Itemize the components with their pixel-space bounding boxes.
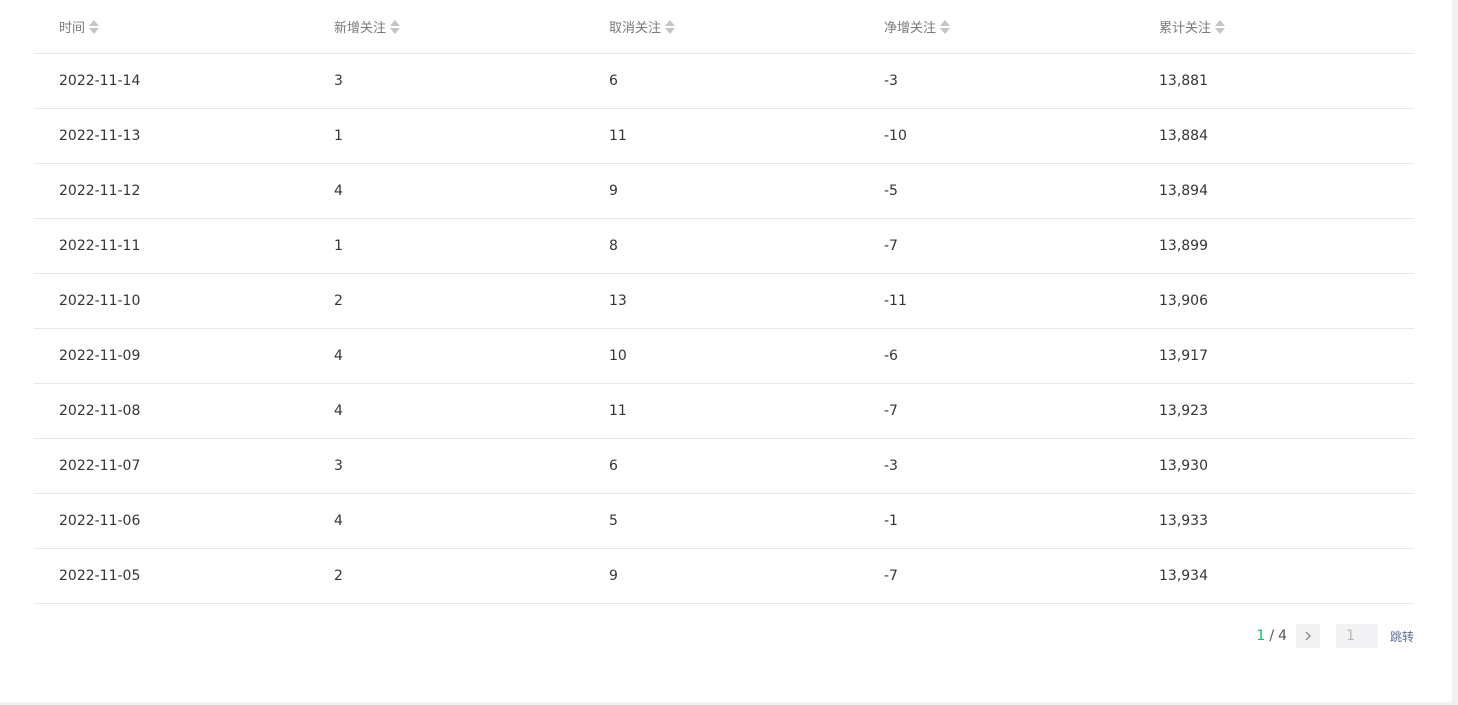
header-cell-net-follows: 净增关注: [859, 17, 1134, 36]
net-follows-cell: -3: [884, 458, 898, 474]
table-row: 2022-11-06 4 5 -1 13,933: [34, 494, 1414, 549]
table-row: 2022-11-07 3 6 -3 13,930: [34, 439, 1414, 494]
total-follows-cell: 13,930: [1159, 458, 1208, 474]
new-follows-cell: 1: [334, 238, 343, 254]
sort-icon: [390, 19, 401, 35]
table-row: 2022-11-10 2 13 -11 13,906: [34, 274, 1414, 329]
header-label: 取消关注: [609, 21, 662, 36]
table-row: 2022-11-11 1 8 -7 13,899: [34, 219, 1414, 274]
new-follows-cell: 3: [334, 73, 343, 89]
sort-header-new-follows[interactable]: 新增关注: [334, 17, 584, 36]
chevron-right-icon: [1305, 631, 1311, 641]
sort-header-total-follows[interactable]: 累计关注: [1159, 17, 1414, 36]
header-label: 新增关注: [334, 21, 387, 36]
date-cell: 2022-11-14: [59, 73, 141, 89]
table-row: 2022-11-14 3 6 -3 13,881: [34, 54, 1414, 109]
table-body: 2022-11-14 3 6 -3 13,881 2022-11-13 1 11 -10 13,8…: [34, 54, 1414, 604]
unfollows-cell: 13: [609, 293, 627, 309]
net-follows-cell: -3: [884, 73, 898, 89]
current-page: 1: [1256, 628, 1266, 644]
unfollows-cell: 6: [609, 73, 618, 89]
unfollows-cell: 5: [609, 513, 618, 529]
sort-header-date[interactable]: 时间: [59, 17, 309, 36]
sort-icon: [1215, 19, 1226, 35]
total-follows-cell: 13,894: [1159, 183, 1208, 199]
new-follows-cell: 4: [334, 513, 343, 529]
net-follows-cell: -5: [884, 183, 898, 199]
header-cell-total-follows: 累计关注: [1134, 17, 1414, 36]
page: 时间 新增关注 取消关注 净增关注 累计关注 2022-11-14 3 6 -3…: [0, 0, 1458, 705]
sort-icon: [89, 19, 100, 35]
table-row: 2022-11-09 4 10 -6 13,917: [34, 329, 1414, 384]
header-cell-date: 时间: [34, 17, 309, 36]
net-follows-cell: -1: [884, 513, 898, 529]
unfollows-cell: 10: [609, 348, 627, 364]
total-follows-cell: 13,933: [1159, 513, 1208, 529]
unfollows-cell: 11: [609, 403, 627, 419]
table-row: 2022-11-05 2 9 -7 13,934: [34, 549, 1414, 604]
pagination: 1 / 4 跳转: [1256, 623, 1414, 649]
date-cell: 2022-11-11: [59, 238, 141, 254]
next-page-button[interactable]: [1295, 624, 1320, 648]
total-follows-cell: 13,906: [1159, 293, 1208, 309]
jump-button[interactable]: 跳转: [1390, 628, 1414, 645]
sort-icon: [940, 19, 951, 35]
date-cell: 2022-11-13: [59, 128, 141, 144]
header-label: 累计关注: [1159, 21, 1212, 36]
new-follows-cell: 2: [334, 293, 343, 309]
header-label: 净增关注: [884, 21, 937, 36]
date-cell: 2022-11-05: [59, 568, 141, 584]
unfollows-cell: 8: [609, 238, 618, 254]
sort-header-unfollows[interactable]: 取消关注: [609, 17, 859, 36]
total-follows-cell: 13,884: [1159, 128, 1208, 144]
stats-table: 时间 新增关注 取消关注 净增关注 累计关注 2022-11-14 3 6 -3…: [34, 0, 1414, 604]
total-follows-cell: 13,881: [1159, 73, 1208, 89]
unfollows-cell: 11: [609, 128, 627, 144]
table-row: 2022-11-13 1 11 -10 13,884: [34, 109, 1414, 164]
net-follows-cell: -6: [884, 348, 898, 364]
unfollows-cell: 9: [609, 568, 618, 584]
net-follows-cell: -11: [884, 293, 907, 309]
sort-header-net-follows[interactable]: 净增关注: [884, 17, 1134, 36]
header-label: 时间: [59, 21, 86, 36]
net-follows-cell: -7: [884, 403, 898, 419]
total-follows-cell: 13,934: [1159, 568, 1208, 584]
total-follows-cell: 13,899: [1159, 238, 1208, 254]
unfollows-cell: 9: [609, 183, 618, 199]
new-follows-cell: 3: [334, 458, 343, 474]
table-row: 2022-11-08 4 11 -7 13,923: [34, 384, 1414, 439]
new-follows-cell: 4: [334, 183, 343, 199]
date-cell: 2022-11-07: [59, 458, 141, 474]
table-row: 2022-11-12 4 9 -5 13,894: [34, 164, 1414, 219]
new-follows-cell: 4: [334, 348, 343, 364]
header-cell-new-follows: 新增关注: [309, 17, 584, 36]
new-follows-cell: 1: [334, 128, 343, 144]
date-cell: 2022-11-06: [59, 513, 141, 529]
total-follows-cell: 13,923: [1159, 403, 1208, 419]
page-separator: /: [1269, 628, 1275, 644]
unfollows-cell: 6: [609, 458, 618, 474]
total-pages: 4: [1278, 628, 1287, 644]
new-follows-cell: 4: [334, 403, 343, 419]
date-cell: 2022-11-10: [59, 293, 141, 309]
table-header-row: 时间 新增关注 取消关注 净增关注 累计关注: [34, 0, 1414, 54]
date-cell: 2022-11-08: [59, 403, 141, 419]
total-follows-cell: 13,917: [1159, 348, 1208, 364]
net-follows-cell: -7: [884, 238, 898, 254]
net-follows-cell: -10: [884, 128, 907, 144]
date-cell: 2022-11-09: [59, 348, 141, 364]
page-jump-input[interactable]: [1335, 624, 1378, 648]
new-follows-cell: 2: [334, 568, 343, 584]
sort-icon: [665, 19, 676, 35]
header-cell-unfollows: 取消关注: [584, 17, 859, 36]
scrollbar-track: [1452, 0, 1458, 705]
date-cell: 2022-11-12: [59, 183, 141, 199]
net-follows-cell: -7: [884, 568, 898, 584]
